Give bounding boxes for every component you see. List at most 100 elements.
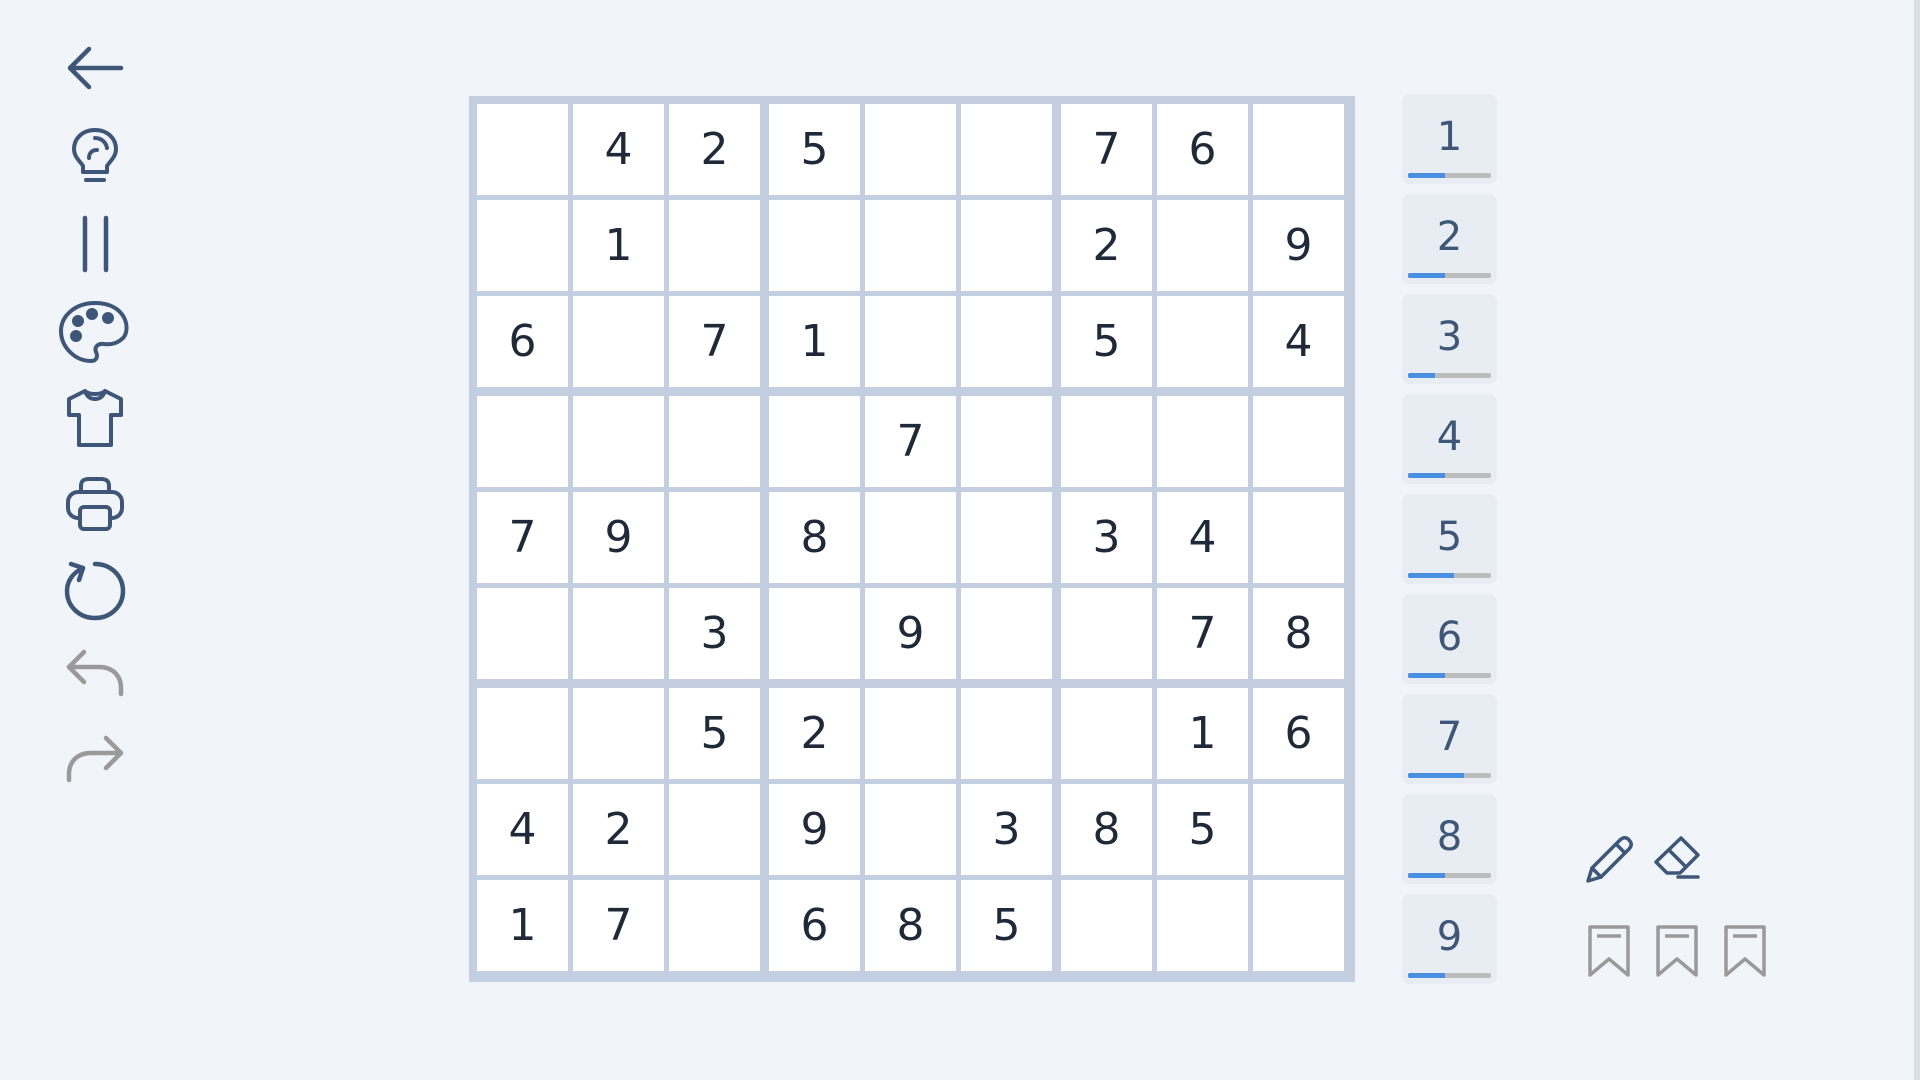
sudoku-cell[interactable] <box>669 492 760 583</box>
sudoku-cell[interactable] <box>961 104 1052 195</box>
sudoku-cell[interactable] <box>1061 688 1152 779</box>
sudoku-cell[interactable] <box>1157 296 1248 387</box>
sudoku-cell[interactable] <box>1157 396 1248 487</box>
restart-button[interactable] <box>55 550 135 630</box>
sudoku-cell[interactable]: 7 <box>573 880 664 971</box>
sudoku-cell[interactable] <box>1253 492 1344 583</box>
sudoku-cell[interactable] <box>669 784 760 875</box>
sudoku-cell[interactable] <box>1157 200 1248 291</box>
bookmark-button-2[interactable] <box>1645 918 1709 982</box>
sudoku-cell[interactable]: 9 <box>1253 200 1344 291</box>
sudoku-cell[interactable]: 6 <box>477 296 568 387</box>
sudoku-cell[interactable]: 2 <box>1061 200 1152 291</box>
print-button[interactable] <box>55 464 135 544</box>
number-key-1[interactable]: 1 <box>1402 94 1497 184</box>
sudoku-cell[interactable] <box>477 200 568 291</box>
sudoku-cell[interactable] <box>573 588 664 679</box>
sudoku-cell[interactable]: 2 <box>573 784 664 875</box>
sudoku-cell[interactable]: 3 <box>961 784 1052 875</box>
sudoku-cell[interactable]: 8 <box>1253 588 1344 679</box>
number-key-9[interactable]: 9 <box>1402 894 1497 984</box>
sudoku-cell[interactable] <box>769 200 860 291</box>
sudoku-cell[interactable] <box>961 396 1052 487</box>
sudoku-cell[interactable]: 7 <box>669 296 760 387</box>
sudoku-cell[interactable]: 3 <box>1061 492 1152 583</box>
sudoku-cell[interactable]: 9 <box>769 784 860 875</box>
sudoku-cell[interactable] <box>769 396 860 487</box>
bookmark-button-1[interactable] <box>1577 918 1641 982</box>
sudoku-cell[interactable] <box>961 688 1052 779</box>
sudoku-cell[interactable] <box>961 492 1052 583</box>
sudoku-cell[interactable] <box>865 200 956 291</box>
sudoku-cell[interactable]: 4 <box>573 104 664 195</box>
sudoku-cell[interactable]: 3 <box>669 588 760 679</box>
sudoku-cell[interactable]: 5 <box>769 104 860 195</box>
sudoku-cell[interactable] <box>573 296 664 387</box>
sudoku-cell[interactable] <box>865 296 956 387</box>
sudoku-cell[interactable] <box>1253 104 1344 195</box>
sudoku-cell[interactable] <box>865 492 956 583</box>
number-key-4[interactable]: 4 <box>1402 394 1497 484</box>
sudoku-cell[interactable]: 8 <box>1061 784 1152 875</box>
sudoku-cell[interactable]: 6 <box>1157 104 1248 195</box>
sudoku-cell[interactable] <box>1157 880 1248 971</box>
number-key-6[interactable]: 6 <box>1402 594 1497 684</box>
sudoku-cell[interactable] <box>1061 588 1152 679</box>
sudoku-cell[interactable] <box>1061 880 1152 971</box>
sudoku-cell[interactable]: 8 <box>769 492 860 583</box>
sudoku-cell[interactable] <box>477 396 568 487</box>
sudoku-cell[interactable] <box>1253 880 1344 971</box>
sudoku-cell[interactable]: 7 <box>477 492 568 583</box>
sudoku-cell[interactable]: 1 <box>573 200 664 291</box>
sudoku-cell[interactable] <box>573 396 664 487</box>
sudoku-cell[interactable] <box>961 200 1052 291</box>
sudoku-cell[interactable]: 8 <box>865 880 956 971</box>
skin-button[interactable] <box>55 378 135 458</box>
sudoku-cell[interactable] <box>865 784 956 875</box>
sudoku-cell[interactable]: 1 <box>1157 688 1248 779</box>
number-key-8[interactable]: 8 <box>1402 794 1497 884</box>
sudoku-cell[interactable]: 5 <box>1157 784 1248 875</box>
sudoku-cell[interactable] <box>865 688 956 779</box>
sudoku-cell[interactable]: 9 <box>573 492 664 583</box>
number-key-5[interactable]: 5 <box>1402 494 1497 584</box>
sudoku-cell[interactable] <box>1253 396 1344 487</box>
sudoku-cell[interactable]: 2 <box>669 104 760 195</box>
redo-button[interactable] <box>55 722 135 802</box>
sudoku-cell[interactable]: 5 <box>669 688 760 779</box>
sudoku-cell[interactable]: 1 <box>477 880 568 971</box>
pause-button[interactable] <box>55 204 135 284</box>
sudoku-cell[interactable]: 5 <box>961 880 1052 971</box>
sudoku-cell[interactable] <box>477 588 568 679</box>
sudoku-cell[interactable]: 6 <box>1253 688 1344 779</box>
sudoku-cell[interactable] <box>961 588 1052 679</box>
number-key-7[interactable]: 7 <box>1402 694 1497 784</box>
sudoku-cell[interactable]: 4 <box>1157 492 1248 583</box>
sudoku-cell[interactable]: 4 <box>1253 296 1344 387</box>
sudoku-cell[interactable]: 4 <box>477 784 568 875</box>
sudoku-cell[interactable] <box>477 104 568 195</box>
sudoku-cell[interactable] <box>961 296 1052 387</box>
sudoku-cell[interactable] <box>669 880 760 971</box>
sudoku-cell[interactable]: 6 <box>769 880 860 971</box>
sudoku-cell[interactable] <box>769 588 860 679</box>
sudoku-cell[interactable] <box>573 688 664 779</box>
number-key-2[interactable]: 2 <box>1402 194 1497 284</box>
hint-button[interactable] <box>55 116 135 196</box>
sudoku-cell[interactable]: 7 <box>1061 104 1152 195</box>
scrollbar[interactable] <box>1914 0 1920 1080</box>
sudoku-cell[interactable]: 2 <box>769 688 860 779</box>
sudoku-cell[interactable] <box>669 396 760 487</box>
sudoku-cell[interactable] <box>477 688 568 779</box>
sudoku-cell[interactable] <box>865 104 956 195</box>
eraser-button[interactable] <box>1645 826 1709 890</box>
sudoku-cell[interactable]: 9 <box>865 588 956 679</box>
undo-button[interactable] <box>55 636 135 716</box>
sudoku-cell[interactable] <box>669 200 760 291</box>
pencil-button[interactable] <box>1577 826 1641 890</box>
number-key-3[interactable]: 3 <box>1402 294 1497 384</box>
sudoku-cell[interactable] <box>1061 396 1152 487</box>
bookmark-button-3[interactable] <box>1713 918 1777 982</box>
back-button[interactable] <box>55 28 135 108</box>
sudoku-cell[interactable] <box>1253 784 1344 875</box>
